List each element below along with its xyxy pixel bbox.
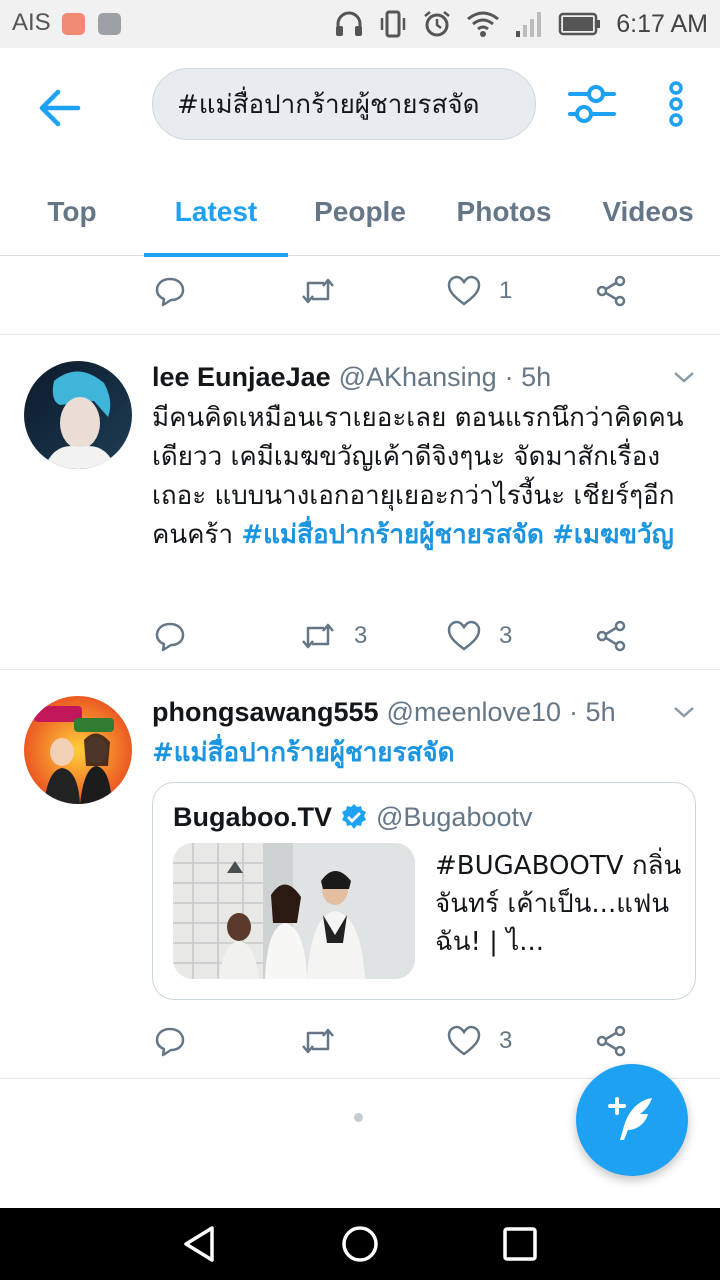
search-filter-button[interactable] bbox=[566, 80, 618, 128]
loading-indicator bbox=[354, 1113, 363, 1122]
like-count: 3 bbox=[499, 622, 513, 649]
like-button[interactable]: 3 bbox=[447, 1006, 512, 1076]
tweet[interactable]: phongsawang555 @meenlove10 · 5h #แม่สื่อ… bbox=[0, 670, 720, 1078]
more-vertical-icon bbox=[669, 81, 683, 127]
tweet-header: phongsawang555 @meenlove10 · 5h bbox=[152, 690, 696, 734]
mail-app-icon bbox=[62, 13, 85, 35]
tab-latest[interactable]: Latest bbox=[144, 168, 288, 257]
system-nav-bar bbox=[0, 1208, 720, 1280]
hashtag-link[interactable]: #แม่สื่อปากร้ายผู้ชายรสจัด bbox=[152, 738, 454, 768]
like-button[interactable]: 1 bbox=[447, 256, 512, 326]
tweet[interactable]: lee EunjaeJae @AKhansing · 5h มีคนคิดเหม… bbox=[0, 335, 720, 669]
nav-recents-icon[interactable] bbox=[498, 1222, 542, 1266]
chevron-down-icon[interactable] bbox=[672, 700, 696, 724]
retweet-icon bbox=[302, 1028, 334, 1054]
user-handle: @meenlove10 bbox=[386, 696, 562, 727]
hashtag-link[interactable]: #เมฆขวัญ bbox=[552, 520, 674, 550]
headphones-icon bbox=[336, 11, 363, 36]
card-account-handle: @Bugabootv bbox=[375, 801, 533, 832]
tweet-actions: 3 3 bbox=[0, 601, 720, 671]
like-count: 3 bbox=[499, 1027, 513, 1054]
vibrate-icon bbox=[381, 10, 406, 38]
compose-tweet-button[interactable] bbox=[576, 1064, 688, 1176]
status-bar: AIS 6:17 AM bbox=[0, 0, 720, 48]
reply-icon bbox=[155, 622, 185, 652]
nav-home-icon[interactable] bbox=[338, 1222, 382, 1266]
search-input[interactable]: #แม่สื่อปากร้ายผู้ชายรสจัด bbox=[152, 68, 536, 140]
tweet-text: #แม่สื่อปากร้ายผู้ชายรสจัด bbox=[152, 734, 696, 773]
share-icon bbox=[596, 275, 626, 307]
search-header: #แม่สื่อปากร้ายผู้ชายรสจัด bbox=[0, 48, 720, 168]
nav-back-icon[interactable] bbox=[178, 1222, 222, 1266]
share-button[interactable] bbox=[596, 601, 628, 671]
verified-badge-icon bbox=[341, 804, 366, 829]
heart-icon bbox=[447, 275, 481, 306]
reply-button[interactable] bbox=[154, 601, 204, 671]
hashtag-link[interactable]: #แม่สื่อปากร้ายผู้ชายรสจัด bbox=[241, 520, 543, 550]
reply-icon bbox=[155, 1027, 185, 1057]
tab-top[interactable]: Top bbox=[0, 168, 144, 256]
signal-icon bbox=[516, 12, 542, 37]
like-button[interactable]: 3 bbox=[447, 601, 512, 671]
share-button[interactable] bbox=[596, 256, 628, 326]
display-name[interactable]: phongsawang555 bbox=[152, 697, 379, 728]
retweet-button[interactable]: 3 bbox=[300, 601, 367, 671]
retweet-button[interactable] bbox=[300, 1006, 354, 1076]
user-handle: @AKhansing bbox=[338, 361, 497, 392]
tweet-text: มีคนคิดเหมือนเราเยอะเลย ตอนแรกนึกว่าคิดค… bbox=[152, 399, 696, 555]
card-title: #BUGABOOTV กลิ่นจันทร์ เค้าเป็น...แฟนฉัน… bbox=[435, 851, 682, 957]
back-button[interactable] bbox=[36, 86, 84, 130]
avatar[interactable] bbox=[24, 361, 132, 469]
carrier-label: AIS bbox=[12, 9, 51, 36]
share-icon bbox=[596, 1025, 626, 1057]
reply-icon bbox=[155, 277, 185, 307]
share-icon bbox=[596, 620, 626, 652]
display-name[interactable]: lee EunjaeJae bbox=[152, 362, 331, 393]
tweet-actions: 3 bbox=[0, 1006, 720, 1076]
link-preview-card[interactable]: Bugaboo.TV @Bugabootv #BUGABOOTV กลิ่นจั… bbox=[152, 782, 696, 1000]
card-header: Bugaboo.TV @Bugabootv bbox=[173, 797, 533, 837]
tweet-actions: 1 bbox=[0, 256, 720, 334]
like-count: 1 bbox=[499, 277, 513, 304]
retweet-button[interactable] bbox=[300, 256, 354, 326]
retweet-count: 3 bbox=[354, 622, 368, 649]
battery-icon bbox=[559, 12, 601, 36]
retweet-icon bbox=[302, 278, 334, 304]
gallery-app-icon bbox=[98, 13, 121, 35]
card-account-name: Bugaboo.TV bbox=[173, 801, 332, 832]
heart-icon bbox=[447, 1025, 481, 1056]
search-tabs: Top Latest People Photos Videos bbox=[0, 168, 720, 257]
retweet-icon bbox=[302, 623, 334, 649]
tab-photos[interactable]: Photos bbox=[432, 168, 576, 256]
search-query-text: #แม่สื่อปากร้ายผู้ชายรสจัด bbox=[177, 89, 480, 120]
reply-button[interactable] bbox=[154, 1006, 204, 1076]
tab-people[interactable]: People bbox=[288, 168, 432, 256]
compose-tweet-icon bbox=[608, 1097, 652, 1140]
back-arrow-icon bbox=[39, 89, 81, 127]
tweet-time: · 5h bbox=[504, 361, 552, 392]
wifi-icon bbox=[467, 11, 500, 37]
filter-sliders-icon bbox=[568, 85, 616, 123]
tweet-header: lee EunjaeJae @AKhansing · 5h bbox=[152, 355, 696, 399]
clock: 6:17 AM bbox=[616, 9, 708, 38]
tweet-time: · 5h bbox=[569, 696, 616, 727]
reply-button[interactable] bbox=[154, 256, 204, 326]
avatar[interactable] bbox=[24, 696, 132, 804]
card-thumbnail bbox=[173, 843, 415, 979]
tab-videos[interactable]: Videos bbox=[576, 168, 720, 256]
more-options-button[interactable] bbox=[664, 80, 688, 128]
tweet-feed: 1 lee EunjaeJae @AKhansing · 5h มีคนคิดเ bbox=[0, 256, 720, 1079]
alarm-icon bbox=[424, 11, 451, 37]
chevron-down-icon[interactable] bbox=[672, 365, 696, 389]
heart-icon bbox=[447, 620, 481, 651]
